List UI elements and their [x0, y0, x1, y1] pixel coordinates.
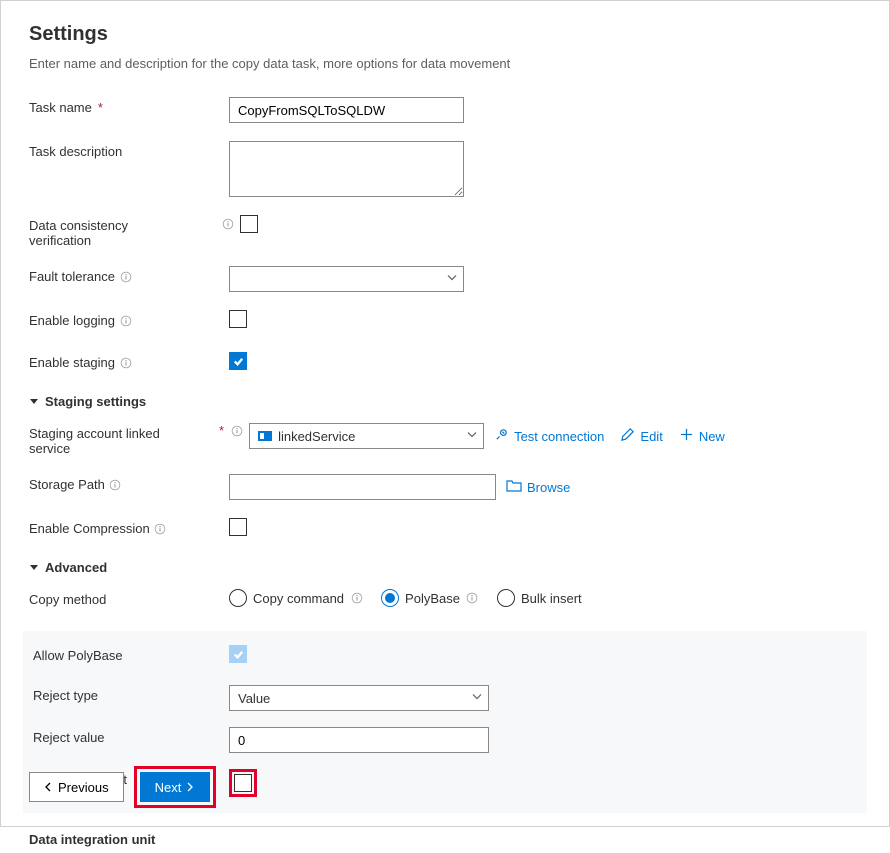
- enable-logging-label: Enable logging: [29, 310, 229, 328]
- fault-tolerance-label: Fault tolerance: [29, 266, 229, 284]
- copy-command-radio[interactable]: [229, 589, 247, 607]
- bulk-insert-radio-label: Bulk insert: [521, 591, 582, 606]
- task-description-textarea[interactable]: [229, 141, 464, 197]
- chevron-right-icon: [185, 780, 195, 795]
- test-connection-button[interactable]: Test connection: [494, 427, 604, 445]
- pencil-icon: [620, 427, 635, 445]
- enable-logging-checkbox[interactable]: [229, 310, 247, 328]
- info-icon[interactable]: [109, 478, 122, 491]
- data-consistency-checkbox[interactable]: [240, 215, 258, 233]
- task-name-label: Task name*: [29, 97, 229, 115]
- data-integration-unit-label: Data integration unit: [29, 829, 229, 847]
- storage-path-label: Storage Path: [29, 474, 229, 492]
- data-consistency-label: Data consistency verification: [29, 215, 221, 248]
- reject-value-label: Reject value: [29, 727, 229, 745]
- required-asterisk: *: [219, 423, 224, 438]
- enable-staging-checkbox[interactable]: [229, 352, 247, 370]
- storage-path-input[interactable]: [229, 474, 496, 500]
- wizard-footer: Previous Next: [29, 766, 216, 808]
- use-type-default-checkbox[interactable]: [234, 774, 252, 792]
- chevron-left-icon: [44, 780, 54, 795]
- advanced-toggle[interactable]: Advanced: [29, 560, 861, 575]
- reject-type-select[interactable]: Value: [229, 685, 489, 711]
- edit-button[interactable]: Edit: [620, 427, 662, 445]
- linked-service-icon: [258, 431, 272, 441]
- polybase-radio[interactable]: [381, 589, 399, 607]
- info-icon[interactable]: [350, 592, 363, 605]
- required-asterisk: *: [98, 100, 103, 115]
- linked-service-label: Staging account linked service: [29, 423, 217, 456]
- page-subtitle: Enter name and description for the copy …: [29, 56, 861, 71]
- info-icon[interactable]: [154, 522, 167, 535]
- settings-panel: Settings Enter name and description for …: [0, 0, 890, 827]
- task-description-label: Task description: [29, 141, 229, 159]
- fault-tolerance-select[interactable]: [229, 266, 464, 292]
- previous-button[interactable]: Previous: [29, 772, 124, 802]
- copy-method-label: Copy method: [29, 589, 229, 607]
- new-button[interactable]: New: [679, 427, 725, 445]
- enable-compression-checkbox[interactable]: [229, 518, 247, 536]
- caret-down-icon: [29, 560, 39, 575]
- caret-down-icon: [29, 394, 39, 409]
- polybase-radio-label: PolyBase: [405, 591, 460, 606]
- use-type-default-highlight: [229, 769, 257, 797]
- folder-icon: [506, 479, 522, 496]
- allow-polybase-checkbox: [229, 645, 247, 663]
- allow-polybase-label: Allow PolyBase: [29, 645, 229, 663]
- info-icon[interactable]: [221, 218, 234, 231]
- plus-icon: [679, 427, 694, 445]
- browse-button[interactable]: Browse: [506, 479, 570, 496]
- info-icon[interactable]: [119, 270, 132, 283]
- bulk-insert-radio[interactable]: [497, 589, 515, 607]
- info-icon[interactable]: [230, 424, 243, 437]
- copy-command-radio-label: Copy command: [253, 591, 344, 606]
- next-button-highlight: Next: [134, 766, 217, 808]
- test-connection-icon: [494, 427, 509, 445]
- enable-staging-label: Enable staging: [29, 352, 229, 370]
- next-button[interactable]: Next: [140, 772, 211, 802]
- linked-service-select[interactable]: linkedService: [249, 423, 484, 449]
- reject-value-input[interactable]: [229, 727, 489, 753]
- staging-settings-toggle[interactable]: Staging settings: [29, 394, 861, 409]
- reject-type-label: Reject type: [29, 685, 229, 703]
- enable-compression-label: Enable Compression: [29, 518, 229, 536]
- info-icon[interactable]: [466, 592, 479, 605]
- task-name-input[interactable]: [229, 97, 464, 123]
- info-icon[interactable]: [119, 356, 132, 369]
- info-icon[interactable]: [119, 314, 132, 327]
- page-title: Settings: [29, 23, 861, 46]
